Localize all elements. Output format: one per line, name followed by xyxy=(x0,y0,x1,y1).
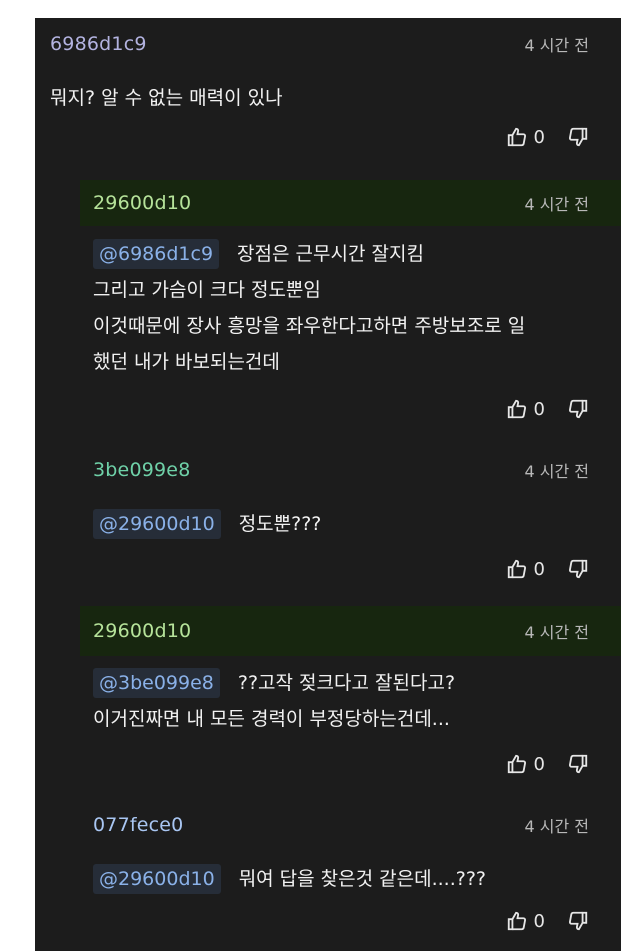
comment-text-line: 뭐지? 알 수 없는 매력이 있나 xyxy=(50,87,283,109)
comment-author[interactable]: 6986d1c9 xyxy=(50,33,147,55)
mention-link[interactable]: @29600d10 xyxy=(93,509,221,539)
thumbs-down-icon xyxy=(568,911,588,931)
comment-header-highlighted: 29600d10 4 시간 전 xyxy=(80,180,621,226)
comment-time: 4 시간 전 xyxy=(524,195,589,214)
thumbs-down-icon xyxy=(568,754,588,774)
dislike-button[interactable] xyxy=(567,753,589,775)
comment-author[interactable]: 29600d10 xyxy=(93,192,191,214)
mention-link[interactable]: @29600d10 xyxy=(93,864,221,894)
comment-actions: 0 xyxy=(506,558,589,580)
mention-link[interactable]: @6986d1c9 xyxy=(93,239,220,269)
thumbs-down-icon xyxy=(568,399,588,419)
comment-text-line: 정도뿐??? xyxy=(238,513,322,535)
comment-text-line: 뭐여 답을 찾은것 같은데....??? xyxy=(238,868,487,890)
comment-time: 4 시간 전 xyxy=(524,462,589,481)
like-button[interactable] xyxy=(506,126,528,148)
comment-body: @29600d10 정도뿐??? xyxy=(93,506,321,542)
comment-text-line: 그리고 가슴이 크다 정도뿐임 xyxy=(93,279,321,301)
comment-text-line: 이거진짜면 내 모든 경력이 부정당하는건데... xyxy=(93,708,450,730)
like-count: 0 xyxy=(533,753,545,775)
like-count: 0 xyxy=(533,910,545,932)
dislike-button[interactable] xyxy=(567,558,589,580)
comment-author[interactable]: 29600d10 xyxy=(93,620,191,642)
comment-text-line: 했던 내가 바보되는건데 xyxy=(93,351,280,373)
thumbs-down-icon xyxy=(568,559,588,579)
thumbs-up-icon xyxy=(507,399,526,419)
dislike-button[interactable] xyxy=(567,398,589,420)
comment-text-line: ??고작 젖크다고 잘된다고? xyxy=(237,672,456,694)
thumbs-down-icon xyxy=(568,127,588,147)
like-button[interactable] xyxy=(506,753,528,775)
like-button[interactable] xyxy=(506,398,528,420)
comment-header: 6986d1c9 4 시간 전 xyxy=(35,26,621,62)
comment-text-line: 장점은 근무시간 잘지킴 xyxy=(237,243,424,265)
dislike-button[interactable] xyxy=(567,910,589,932)
thumbs-up-icon xyxy=(507,127,526,147)
comment-author[interactable]: 077fece0 xyxy=(93,814,183,836)
thumbs-up-icon xyxy=(507,754,526,774)
mention-link[interactable]: @3be099e8 xyxy=(93,668,220,698)
comment-body: @29600d10 뭐여 답을 찾은것 같은데....??? xyxy=(93,861,486,897)
like-button[interactable] xyxy=(506,910,528,932)
comment-actions: 0 xyxy=(506,910,589,932)
comment-time: 4 시간 전 xyxy=(524,623,589,642)
comment-body: @3be099e8 ??고작 젖크다고 잘된다고? 이거진짜면 내 모든 경력이 … xyxy=(93,665,455,737)
thumbs-up-icon xyxy=(507,559,526,579)
comment-header: 3be099e8 4 시간 전 xyxy=(80,452,621,488)
comment-text-line: 이것때문에 장사 흥망을 좌우한다고하면 주방보조로 일 xyxy=(93,315,526,337)
comment-time: 4 시간 전 xyxy=(524,817,589,836)
like-count: 0 xyxy=(533,558,545,580)
dislike-button[interactable] xyxy=(567,126,589,148)
comment-author[interactable]: 3be099e8 xyxy=(93,459,190,481)
comment-body: 뭐지? 알 수 없는 매력이 있나 xyxy=(50,80,283,116)
comment-header: 077fece0 4 시간 전 xyxy=(80,807,621,843)
comment-panel: 6986d1c9 4 시간 전 뭐지? 알 수 없는 매력이 있나 0 2960… xyxy=(35,18,621,951)
comment-header-highlighted: 29600d10 4 시간 전 xyxy=(80,606,621,656)
thumbs-up-icon xyxy=(507,911,526,931)
like-count: 0 xyxy=(533,126,545,148)
comment-body: @6986d1c9 장점은 근무시간 잘지킴 그리고 가슴이 크다 정도뿐임 이것… xyxy=(93,236,525,380)
comment-actions: 0 xyxy=(506,126,589,148)
comment-actions: 0 xyxy=(506,398,589,420)
comment-actions: 0 xyxy=(506,753,589,775)
comment-time: 4 시간 전 xyxy=(524,36,589,55)
like-count: 0 xyxy=(533,398,545,420)
like-button[interactable] xyxy=(506,558,528,580)
